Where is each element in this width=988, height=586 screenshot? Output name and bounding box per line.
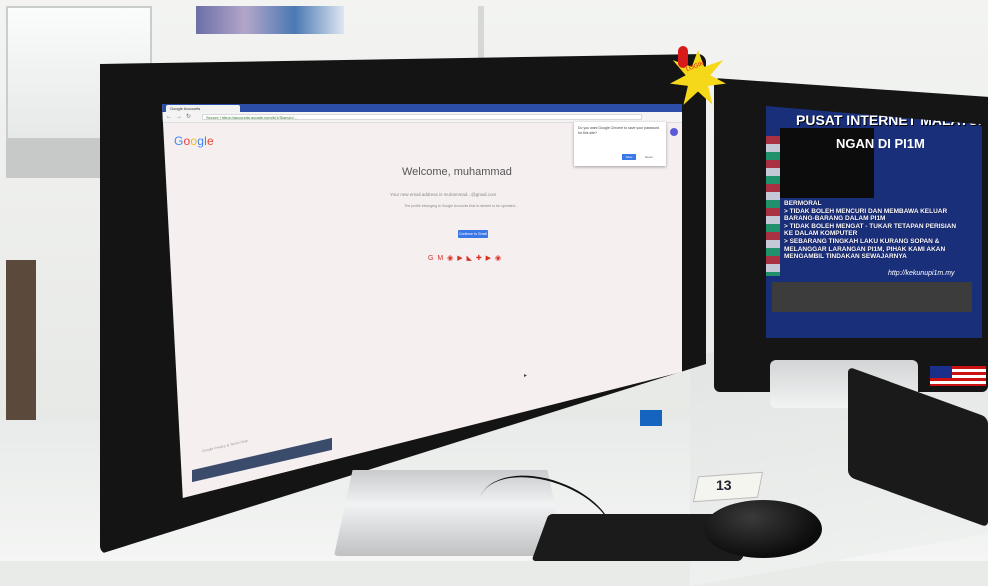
reload-icon[interactable]: ↻ bbox=[186, 113, 191, 121]
flag-canton bbox=[930, 366, 952, 378]
right-monitor-screen: PUSAT INTERNET MALAYSIA NGAN DI PI1M BER… bbox=[766, 106, 982, 338]
forward-icon[interactable]: → bbox=[176, 113, 182, 121]
sticker-badge bbox=[678, 46, 688, 68]
save-password-popup: Do you want Google Chrome to save your p… bbox=[574, 122, 666, 166]
welcome-heading: Welcome, muhammad bbox=[402, 166, 512, 178]
rule-item: BERMORAL bbox=[784, 200, 822, 207]
google-logo: Google bbox=[174, 134, 214, 148]
body-text: The profile belonging to Google Accounts… bbox=[404, 204, 518, 208]
popup-text: Do you want Google Chrome to save your p… bbox=[578, 126, 660, 135]
banner-rules: BERMORAL > TIDAK BOLEH MENCURI DAN MEMBA… bbox=[784, 200, 960, 261]
banner-subtitle: NGAN DI PI1M bbox=[836, 136, 925, 151]
continue-button[interactable]: Continue to Gmail bbox=[458, 230, 488, 238]
email-subtitle: Your new email address is muhammad...@gm… bbox=[390, 192, 497, 197]
account-avatar[interactable] bbox=[670, 128, 678, 136]
desktop-icons bbox=[766, 136, 780, 276]
address-bar[interactable]: Secure | https://accounts.google.com/b/1… bbox=[202, 114, 642, 120]
windows-sticker bbox=[640, 410, 662, 426]
apps-icon-row: G M ◉ ▶ ◣ ✚ ▶ ◉ bbox=[428, 255, 503, 262]
taskbar-dock bbox=[772, 282, 972, 312]
whiteboard-tray bbox=[6, 138, 106, 178]
wall-poster bbox=[196, 6, 344, 34]
desk-label-number: 13 bbox=[716, 477, 732, 493]
wall-pillar bbox=[478, 6, 484, 66]
computer-mouse bbox=[704, 500, 822, 558]
footer-links: Google Privacy & Terms Help bbox=[202, 438, 248, 454]
rule-item: > TIDAK BOLEH MENGAT - TUKAR TETAPAN PER… bbox=[784, 222, 957, 238]
rule-item: > TIDAK BOLEH MENCURI DAN MEMBAWA KELUAR… bbox=[784, 207, 948, 223]
rule-item: > SEBARANG TINGKAH LAKU KURANG SOPAN & M… bbox=[784, 237, 946, 261]
tab-google-accounts[interactable]: Google Accounts bbox=[166, 105, 240, 112]
popup-save-button[interactable]: Save bbox=[622, 154, 636, 160]
google-apps-icons: G M ◉ ▶ ◣ ✚ ▶ ◉ bbox=[428, 254, 502, 262]
banner-url: http://kekunupi1m.my bbox=[888, 270, 955, 277]
back-icon[interactable]: ← bbox=[166, 113, 172, 121]
popup-never-button[interactable]: Never bbox=[640, 154, 658, 160]
mouse-cursor-icon: ▸ bbox=[524, 373, 528, 379]
browser-tab-strip: Google Accounts bbox=[162, 104, 682, 112]
